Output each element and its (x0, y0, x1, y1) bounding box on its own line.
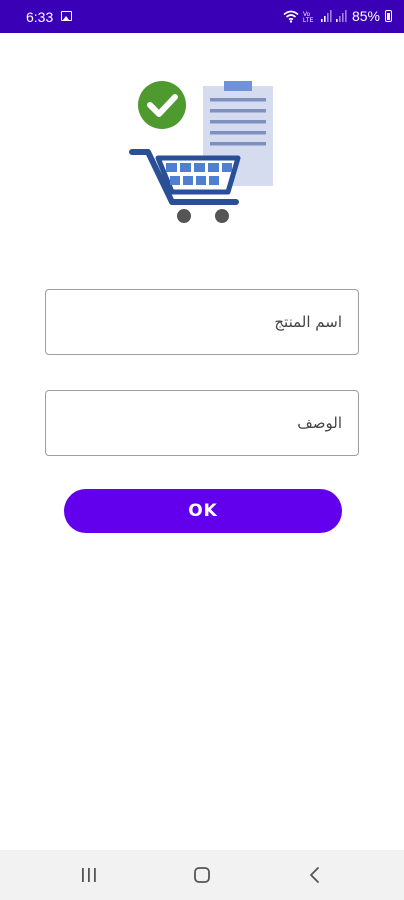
volte-icon: Vo LTE (303, 12, 314, 23)
status-icons: Vo LTE (283, 10, 347, 23)
status-right-group: Vo LTE 85% (283, 8, 392, 24)
ok-button[interactable]: OK (64, 489, 342, 533)
cart-illustration (129, 81, 273, 223)
signal-icon (335, 10, 347, 22)
svg-text:LTE: LTE (303, 18, 314, 23)
recents-icon (82, 868, 96, 882)
status-time: 6:33 (26, 9, 54, 25)
signal-icon (320, 10, 332, 22)
product-name-input[interactable] (46, 290, 358, 354)
recents-button[interactable] (54, 850, 124, 900)
description-field[interactable] (45, 390, 359, 456)
battery-percent: 85% (351, 8, 380, 24)
gallery-icon (61, 11, 72, 21)
back-icon (310, 867, 319, 883)
home-button[interactable] (167, 850, 237, 900)
product-name-field[interactable] (45, 289, 359, 355)
check-circle-icon (138, 81, 186, 129)
battery-icon (385, 10, 392, 22)
app-screen: 6:33 Vo LTE 85% اسم المنتج الوصف OK (0, 0, 404, 900)
description-input[interactable] (46, 391, 358, 455)
status-bar: 6:33 Vo LTE 85% (0, 0, 404, 33)
home-icon (194, 867, 210, 883)
back-button[interactable] (280, 850, 350, 900)
shopping-cart-icon (129, 149, 241, 223)
wifi-icon (283, 10, 299, 23)
navigation-bar (0, 850, 404, 900)
